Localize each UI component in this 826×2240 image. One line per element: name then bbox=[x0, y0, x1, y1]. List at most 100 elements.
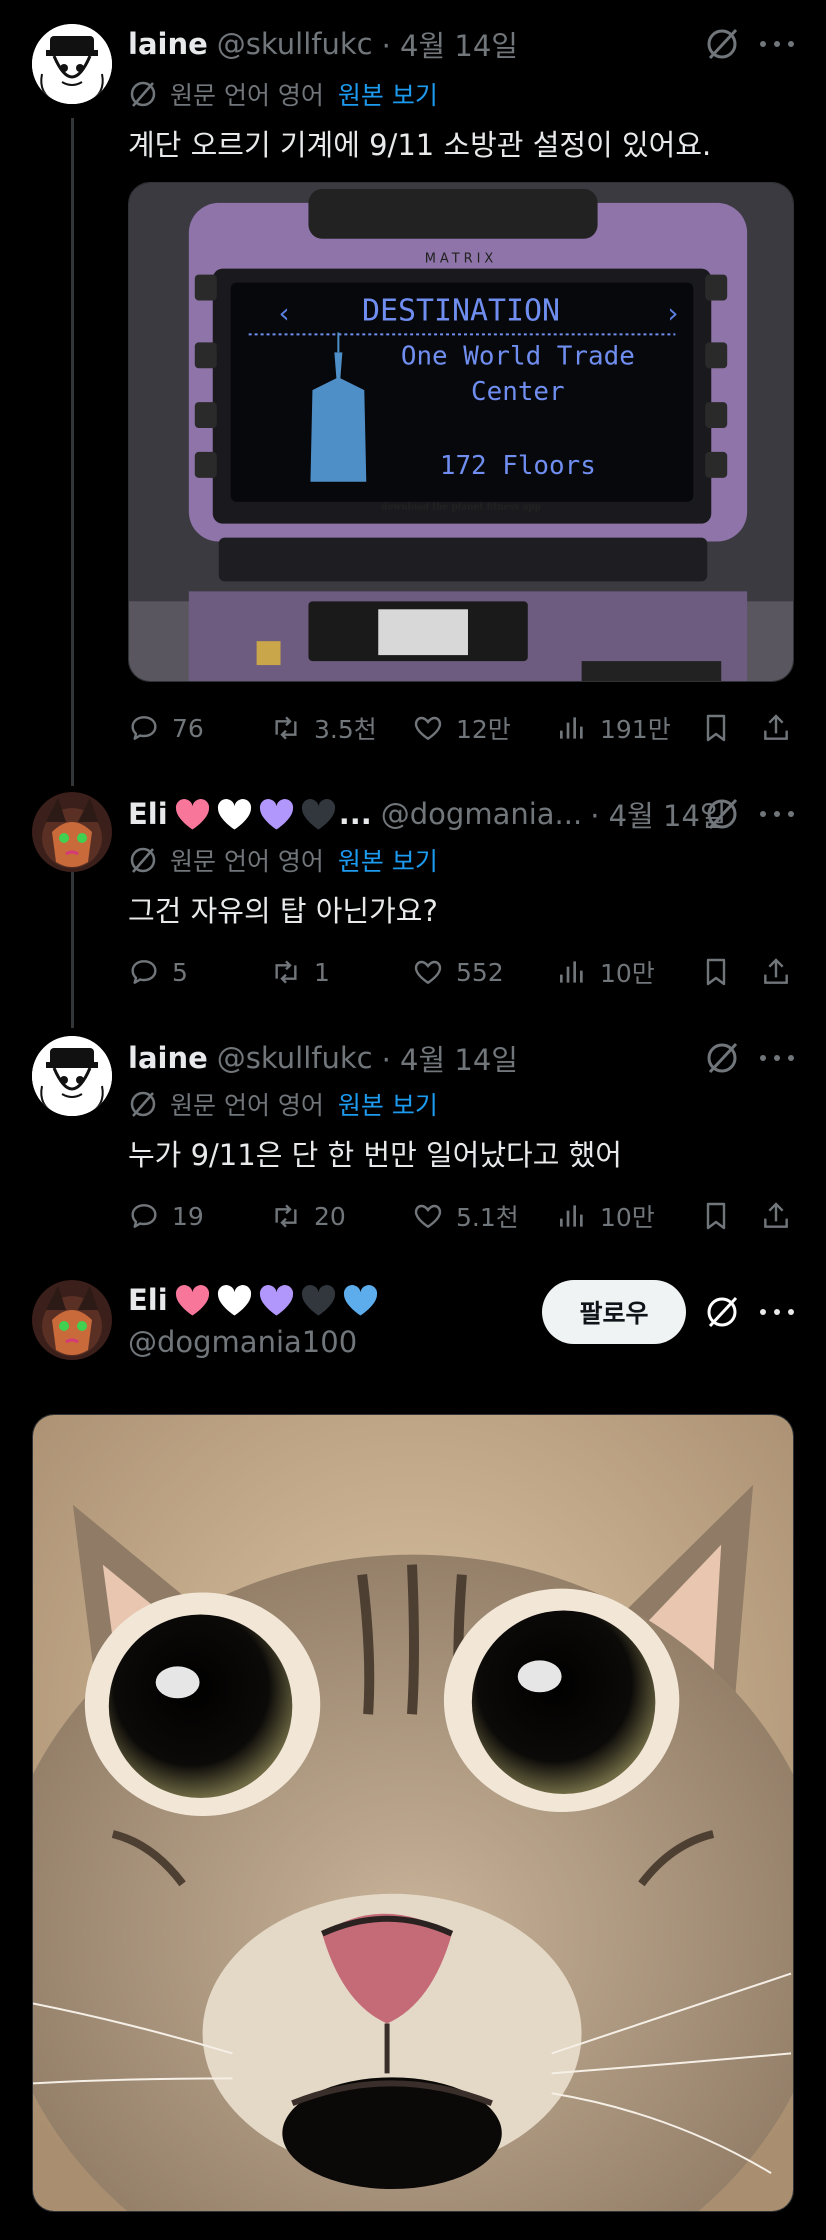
views-button[interactable]: 10만 bbox=[556, 1194, 655, 1238]
post-subheader: @dogmania100 bbox=[128, 1320, 357, 1364]
like-count: 552 bbox=[456, 957, 504, 987]
share-button[interactable] bbox=[760, 1194, 792, 1238]
view-count: 10만 bbox=[600, 959, 655, 988]
translation-notice: 원문 언어 영어 원본 보기 bbox=[128, 1084, 438, 1124]
reply-button[interactable]: 19 bbox=[128, 1194, 204, 1238]
post-date[interactable]: · 4월 14일 bbox=[382, 1037, 518, 1079]
thread-line bbox=[71, 872, 74, 1028]
user-handle[interactable]: @skullfukc bbox=[217, 1041, 373, 1075]
user-handle[interactable]: @skullfukc bbox=[217, 27, 373, 61]
translation-label: 원문 언어 영어 bbox=[170, 1091, 324, 1120]
analytics-icon bbox=[560, 717, 583, 739]
reply-count: 19 bbox=[172, 1201, 204, 1231]
view-count: 10만 bbox=[600, 1203, 655, 1232]
like-button[interactable]: 12만 bbox=[412, 706, 511, 750]
show-original-link[interactable]: 원본 보기 bbox=[338, 76, 438, 112]
translation-label: 원문 언어 영어 bbox=[170, 847, 324, 876]
reply-icon bbox=[131, 960, 157, 984]
retweet-button[interactable]: 20 bbox=[270, 1194, 346, 1238]
bookmark-icon bbox=[706, 1202, 726, 1230]
retweet-count: 1 bbox=[314, 957, 330, 987]
translation-notice: 원문 언어 영어 원본 보기 bbox=[128, 74, 438, 114]
like-button[interactable]: 5.1천 bbox=[412, 1194, 519, 1238]
display-name[interactable]: laine bbox=[128, 27, 208, 61]
more-options-icon[interactable] bbox=[760, 1307, 794, 1317]
retweet-button[interactable]: 3.5천 bbox=[270, 706, 377, 750]
black-heart-icon bbox=[301, 798, 335, 829]
retweet-icon bbox=[275, 960, 297, 984]
like-count: 12만 bbox=[456, 715, 511, 744]
retweet-count: 3.5천 bbox=[314, 715, 377, 744]
pink-heart-icon bbox=[175, 798, 209, 829]
heart-icon bbox=[414, 960, 442, 985]
reply-icon bbox=[131, 716, 157, 740]
user-handle[interactable]: @dogmania100 bbox=[128, 1325, 357, 1359]
post-image[interactable] bbox=[32, 1414, 794, 2212]
reply-icon bbox=[131, 1204, 157, 1228]
grok-icon[interactable] bbox=[704, 1294, 740, 1330]
brand-label: MATRIX bbox=[425, 252, 498, 267]
blue-heart-icon bbox=[343, 1284, 377, 1315]
like-button[interactable]: 552 bbox=[412, 950, 504, 994]
black-heart-icon bbox=[301, 1284, 335, 1315]
svg-text:›: › bbox=[667, 296, 678, 329]
bookmark-button[interactable] bbox=[700, 950, 732, 994]
analytics-icon bbox=[560, 961, 583, 983]
more-options-icon[interactable] bbox=[760, 39, 794, 49]
grok-icon[interactable] bbox=[704, 26, 740, 62]
more-options-icon[interactable] bbox=[760, 809, 794, 819]
grok-icon[interactable] bbox=[704, 796, 740, 832]
view-count: 191만 bbox=[600, 715, 671, 744]
reply-button[interactable]: 76 bbox=[128, 706, 204, 750]
svg-text:‹: ‹ bbox=[279, 296, 290, 329]
display-name[interactable]: laine bbox=[128, 1041, 208, 1075]
heart-icon bbox=[414, 716, 442, 741]
screen-title: DESTINATION bbox=[362, 293, 560, 328]
footer-text: download the planet fitness app bbox=[381, 503, 541, 513]
show-original-link[interactable]: 원본 보기 bbox=[338, 842, 438, 878]
bookmark-button[interactable] bbox=[700, 1194, 732, 1238]
post-date[interactable]: · 4월 14일 bbox=[382, 23, 518, 65]
tweet-header: Eli ... @dogmania... · 4월 14일 bbox=[128, 792, 727, 836]
avatar[interactable] bbox=[32, 1036, 112, 1116]
name-emojis bbox=[174, 1284, 379, 1317]
avatar[interactable] bbox=[32, 24, 112, 104]
share-icon bbox=[764, 714, 788, 740]
thread-line bbox=[71, 118, 74, 786]
tweet-actions: 5 1 552 10만 bbox=[128, 950, 804, 994]
show-original-link[interactable]: 원본 보기 bbox=[338, 1086, 438, 1122]
grok-icon[interactable] bbox=[704, 1040, 740, 1076]
avatar[interactable] bbox=[32, 792, 112, 872]
retweet-icon bbox=[275, 716, 297, 740]
retweet-count: 20 bbox=[314, 1201, 346, 1231]
heart-icon bbox=[414, 1204, 442, 1229]
tweet-image[interactable]: MATRIX ‹ › DESTINATION One World Trade C… bbox=[128, 182, 794, 682]
retweet-icon bbox=[275, 1204, 297, 1228]
bookmark-button[interactable] bbox=[700, 706, 732, 750]
share-icon bbox=[764, 958, 788, 984]
user-handle[interactable]: @dogmania... bbox=[381, 797, 582, 831]
bookmark-icon bbox=[706, 958, 726, 986]
tweet-header: laine @skullfukc · 4월 14일 bbox=[128, 1036, 518, 1080]
follow-button[interactable]: 팔로우 bbox=[542, 1280, 686, 1344]
screen-line-2: Center bbox=[471, 377, 565, 407]
white-heart-icon bbox=[217, 1284, 251, 1315]
display-name[interactable]: Eli bbox=[128, 797, 168, 831]
views-button[interactable]: 10만 bbox=[556, 950, 655, 994]
purple-heart-icon bbox=[259, 798, 293, 829]
tweet-header: laine @skullfukc · 4월 14일 bbox=[128, 22, 518, 66]
display-name[interactable]: Eli bbox=[128, 1283, 168, 1317]
tweet-actions: 19 20 5.1천 10만 bbox=[128, 1194, 804, 1238]
views-button[interactable]: 191만 bbox=[556, 706, 671, 750]
tweet-text: 그건 자유의 탑 아닌가요? bbox=[128, 894, 438, 928]
share-button[interactable] bbox=[760, 706, 792, 750]
reply-button[interactable]: 5 bbox=[128, 950, 188, 994]
share-button[interactable] bbox=[760, 950, 792, 994]
retweet-button[interactable]: 1 bbox=[270, 950, 330, 994]
name-ellipsis: ... bbox=[338, 797, 372, 831]
more-options-icon[interactable] bbox=[760, 1053, 794, 1063]
avatar[interactable] bbox=[32, 1280, 112, 1360]
share-icon bbox=[764, 1202, 788, 1228]
post-header: Eli bbox=[128, 1278, 379, 1322]
tweet-text: 계단 오르기 기계에 9/11 소방관 설정이 있어요. bbox=[128, 128, 712, 162]
